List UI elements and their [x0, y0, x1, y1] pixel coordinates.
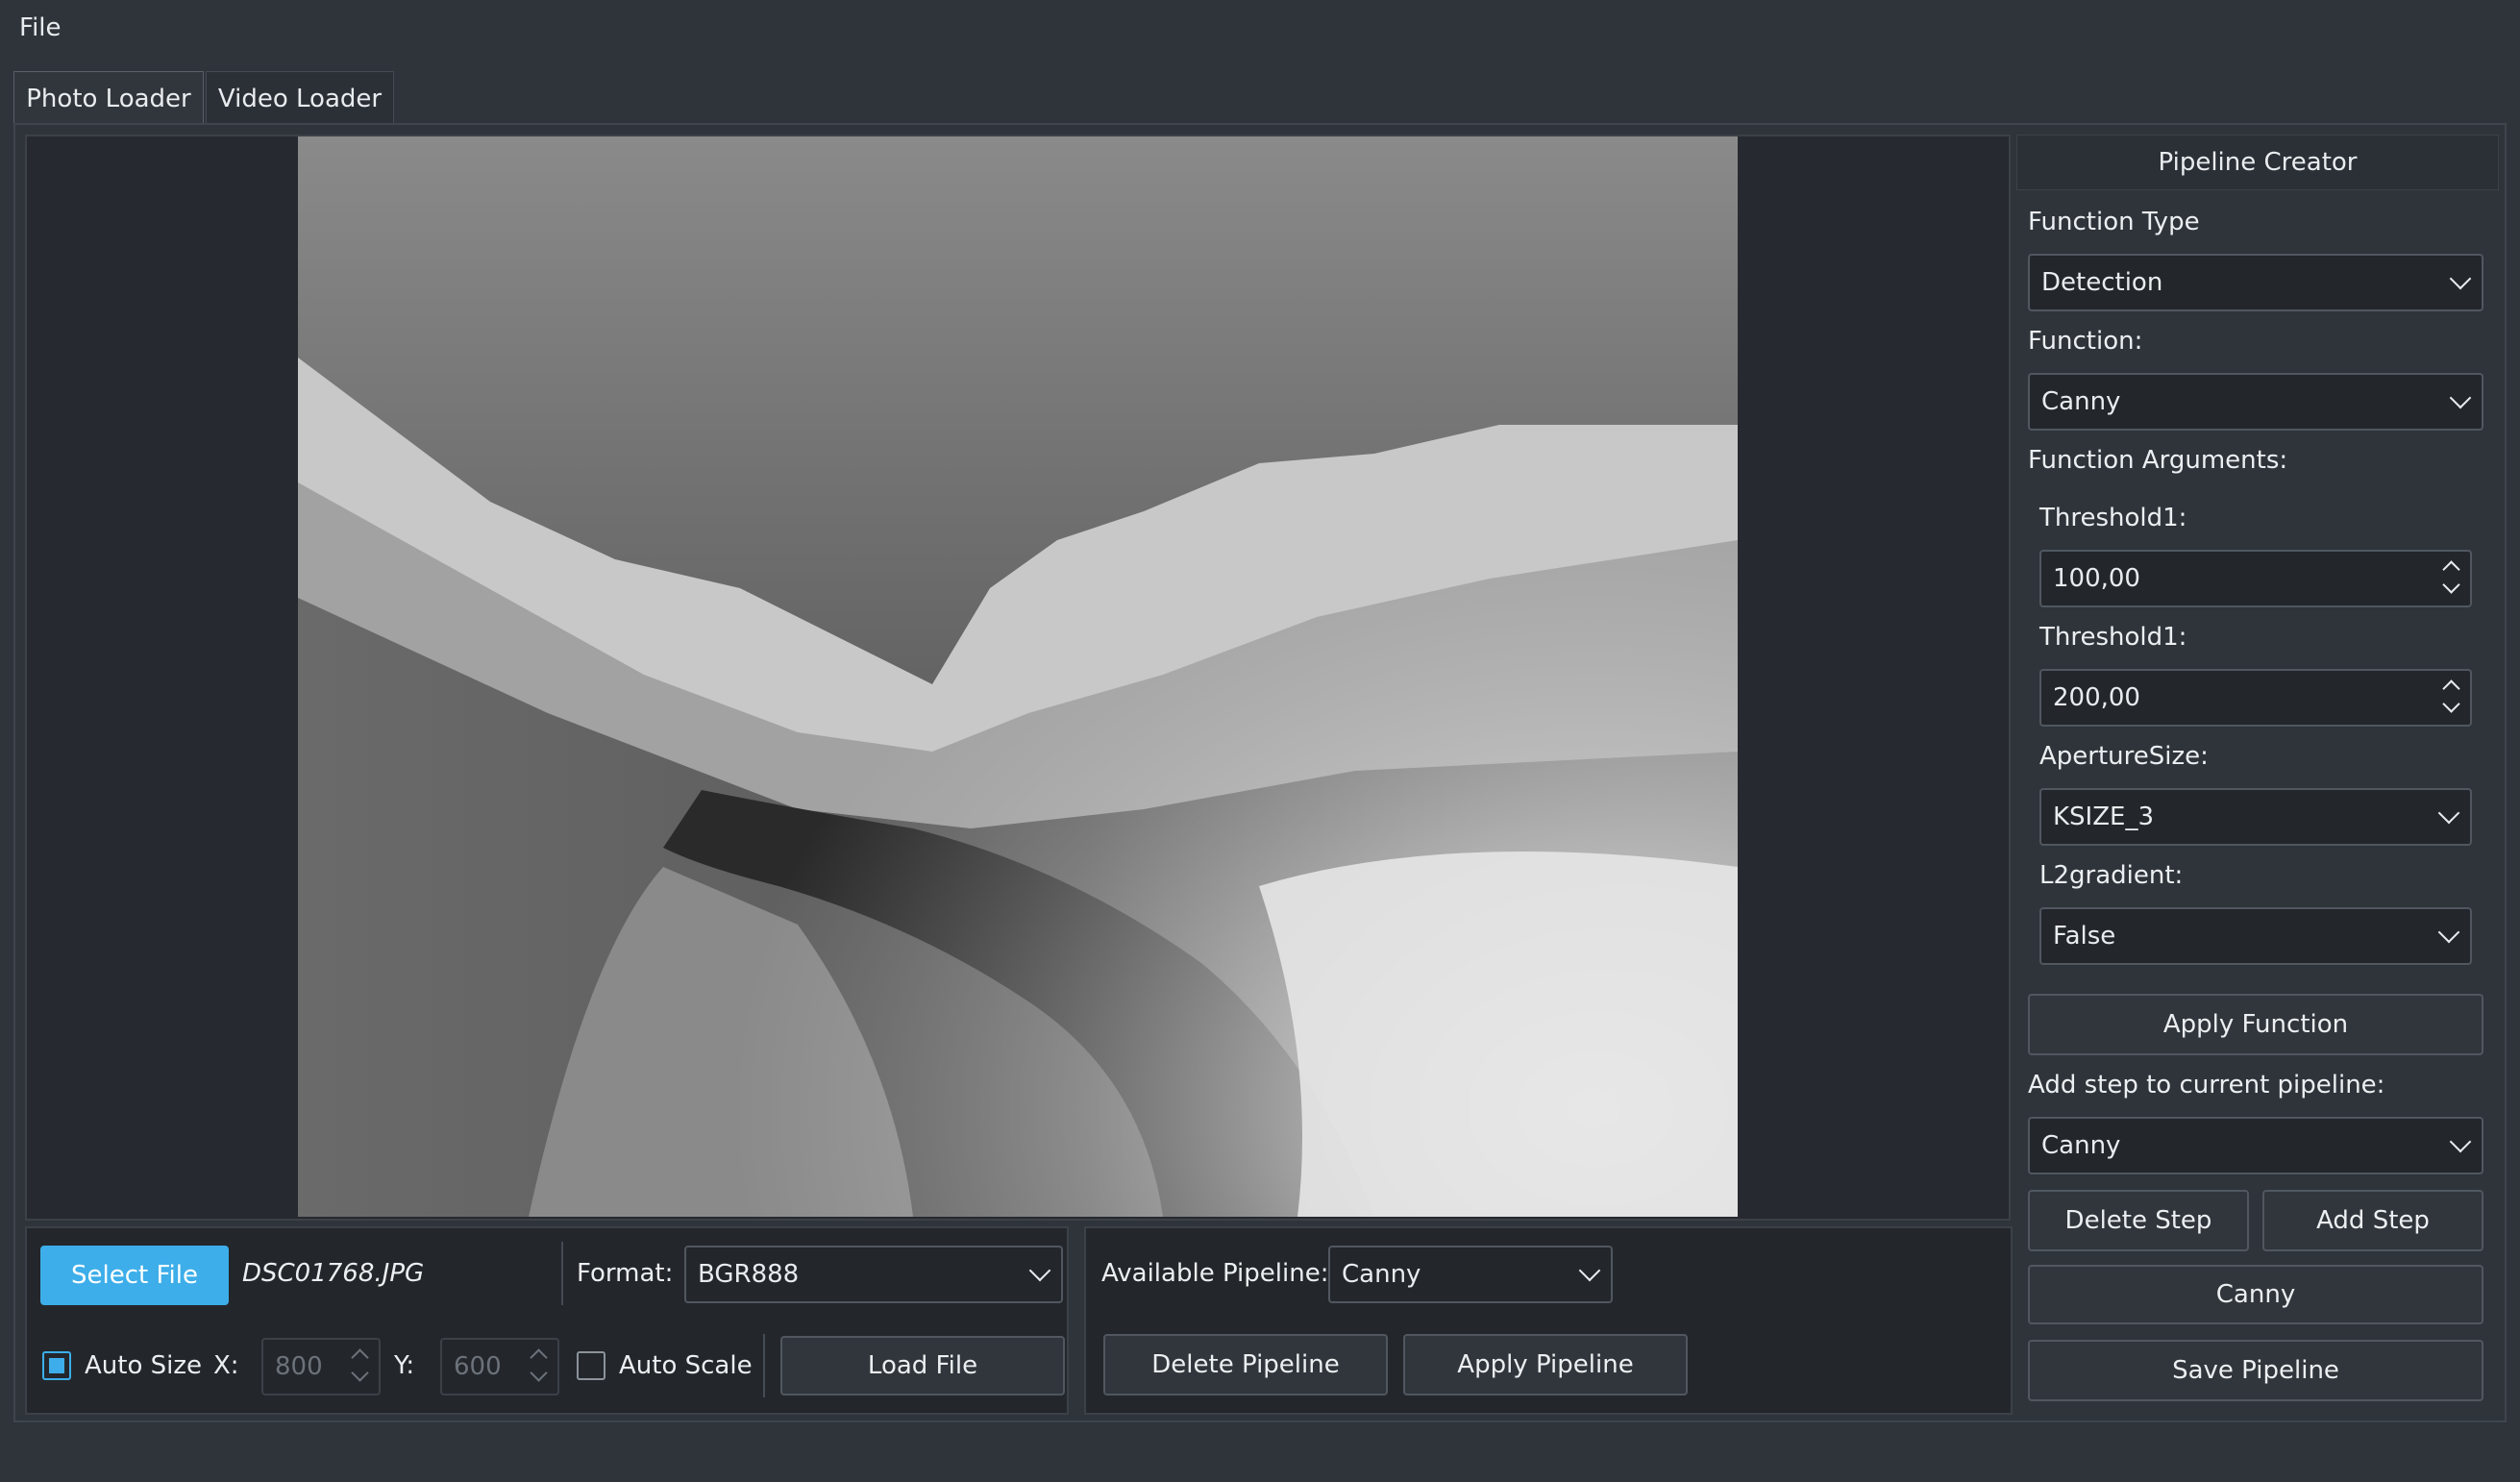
auto-scale-checkbox[interactable] — [577, 1351, 605, 1380]
available-pipeline-value: Canny — [1342, 1260, 1421, 1289]
function-type-value: Detection — [2041, 268, 2163, 297]
threshold2-value: 200,00 — [2053, 683, 2140, 712]
function-value: Canny — [2041, 387, 2121, 416]
height-value: 600 — [454, 1352, 502, 1381]
threshold2-spinbox[interactable]: 200,00 — [2039, 669, 2472, 727]
apply-pipeline-button[interactable]: Apply Pipeline — [1403, 1334, 1688, 1396]
menu-file[interactable]: File — [19, 13, 62, 42]
add-step-button[interactable]: Add Step — [2262, 1190, 2483, 1251]
format-value: BGR888 — [698, 1260, 800, 1289]
spin-arrows-icon — [2441, 556, 2462, 602]
l2gradient-select[interactable]: False — [2039, 907, 2472, 965]
auto-size-checkbox[interactable] — [42, 1351, 71, 1380]
l2gradient-label: L2gradient: — [2039, 861, 2184, 890]
delete-pipeline-button[interactable]: Delete Pipeline — [1103, 1334, 1388, 1396]
pipeline-creator-title: Pipeline Creator — [2158, 148, 2358, 177]
loaded-photo — [298, 136, 1738, 1217]
tab-photo-loader[interactable]: Photo Loader — [13, 71, 204, 125]
auto-scale-label: Auto Scale — [619, 1351, 753, 1380]
save-pipeline-button[interactable]: Save Pipeline — [2028, 1340, 2483, 1401]
pipeline-step-item[interactable]: Canny — [2028, 1265, 2483, 1324]
threshold1-spinbox[interactable]: 100,00 — [2039, 550, 2472, 607]
delete-step-button[interactable]: Delete Step — [2028, 1190, 2249, 1251]
pipeline-creator-header: Pipeline Creator — [2016, 135, 2499, 190]
threshold1-label: Threshold1: — [2039, 504, 2187, 532]
height-spinbox[interactable]: 600 — [440, 1338, 559, 1396]
tab-video-loader-label: Video Loader — [217, 84, 383, 113]
l2gradient-value: False — [2053, 922, 2116, 951]
tab-video-loader[interactable]: Video Loader — [206, 71, 394, 125]
x-label: X: — [213, 1351, 239, 1380]
file-name-label: DSC01768.JPG — [242, 1259, 425, 1288]
aperture-size-select[interactable]: KSIZE_3 — [2039, 788, 2472, 846]
separator — [561, 1242, 563, 1305]
chevron-down-icon — [2449, 267, 2472, 290]
function-label: Function: — [2028, 327, 2143, 356]
width-value: 800 — [275, 1352, 323, 1381]
add-step-select[interactable]: Canny — [2028, 1117, 2483, 1174]
threshold2-label: Threshold1: — [2039, 623, 2187, 652]
chevron-down-icon — [2437, 921, 2460, 944]
y-label: Y: — [394, 1351, 415, 1380]
chevron-down-icon — [2449, 1130, 2472, 1153]
chevron-down-icon — [2437, 802, 2460, 825]
aperture-size-value: KSIZE_3 — [2053, 803, 2155, 831]
apply-function-button[interactable]: Apply Function — [2028, 994, 2483, 1055]
add-step-label: Add step to current pipeline: — [2028, 1071, 2385, 1099]
spin-arrows-icon — [529, 1344, 550, 1390]
add-step-value: Canny — [2041, 1131, 2121, 1160]
auto-size-label: Auto Size — [85, 1351, 203, 1380]
load-file-button[interactable]: Load File — [780, 1336, 1065, 1396]
chevron-down-icon — [1578, 1259, 1601, 1282]
function-arguments-label: Function Arguments: — [2028, 446, 2288, 475]
width-spinbox[interactable]: 800 — [261, 1338, 381, 1396]
tab-photo-loader-label: Photo Loader — [26, 84, 191, 113]
aperture-size-label: ApertureSize: — [2039, 742, 2209, 771]
function-type-label: Function Type — [2028, 208, 2200, 236]
function-select[interactable]: Canny — [2028, 373, 2483, 431]
separator — [763, 1334, 765, 1397]
chevron-down-icon — [2449, 386, 2472, 409]
format-label: Format: — [577, 1259, 674, 1288]
threshold1-value: 100,00 — [2053, 564, 2140, 593]
select-file-button[interactable]: Select File — [40, 1246, 229, 1305]
menu-bar: File — [0, 0, 2520, 60]
spin-arrows-icon — [350, 1344, 371, 1390]
chevron-down-icon — [1028, 1259, 1051, 1282]
format-select[interactable]: BGR888 — [684, 1246, 1063, 1303]
function-type-select[interactable]: Detection — [2028, 254, 2483, 311]
spin-arrows-icon — [2441, 675, 2462, 721]
available-pipeline-label: Available Pipeline: — [1101, 1259, 1329, 1288]
available-pipeline-select[interactable]: Canny — [1328, 1246, 1613, 1303]
